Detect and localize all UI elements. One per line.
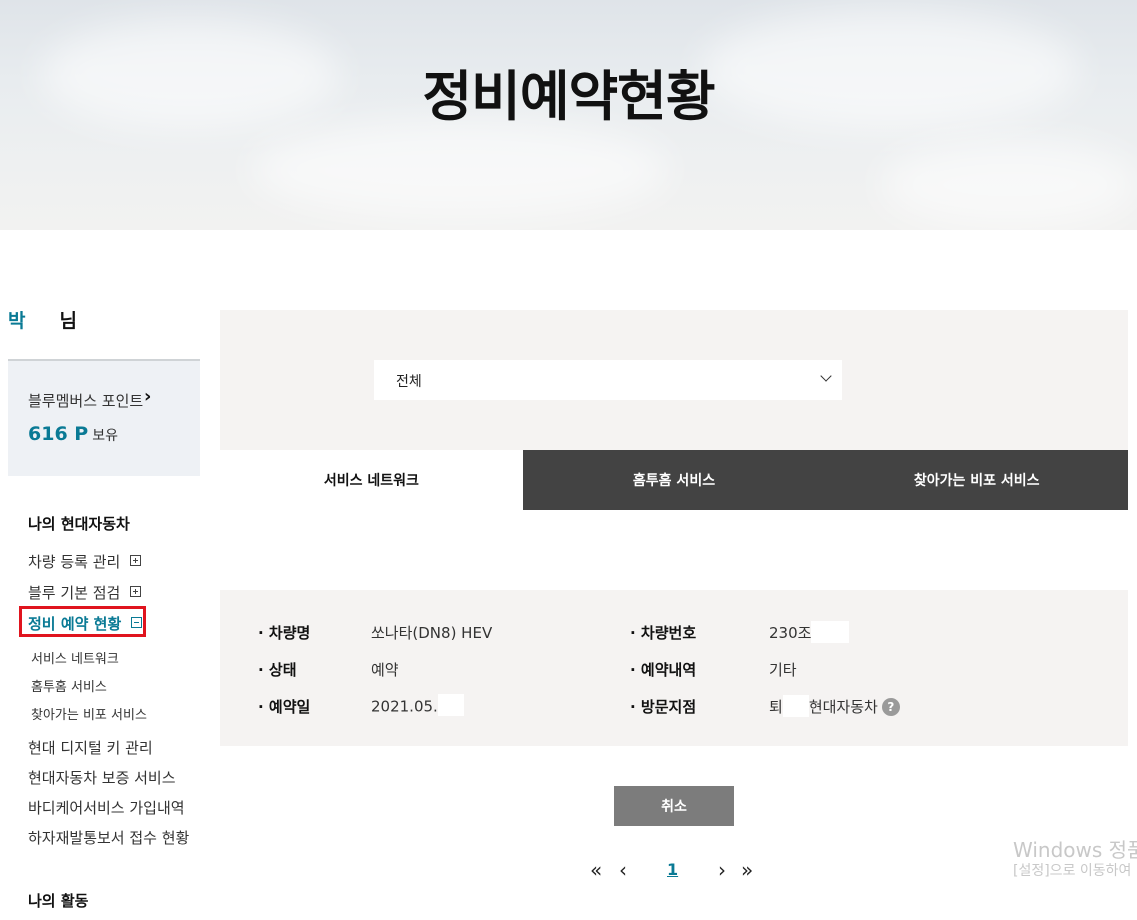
first-page-icon[interactable]: « (590, 858, 602, 882)
branch-text-end: 현대자동차 (808, 698, 878, 716)
hero-banner: 정비예약현황 (0, 0, 1137, 230)
menu-item-label: 정비 예약 현황 (28, 615, 122, 633)
user-first-name: 박 (8, 310, 26, 332)
points-value: 616 P 보유 (28, 423, 118, 445)
cloud-decoration (880, 140, 1137, 230)
visit-branch-label: · 방문지점 (630, 698, 697, 716)
plus-box-icon[interactable] (130, 586, 142, 597)
car-name-value: 쏘나타(DN8) HEV (371, 624, 493, 642)
windows-activation-subtext: [설정]으로 이동하여 (1013, 863, 1132, 879)
last-page-icon[interactable]: » (741, 858, 753, 882)
status-value: 예약 (371, 661, 399, 679)
points-box[interactable]: 블루멤버스 포인트 › 616 P 보유 (8, 361, 200, 476)
prev-page-icon[interactable]: ‹ (619, 858, 627, 882)
menu-item-label: 차량 등록 관리 (28, 553, 121, 571)
menu-item-blue-inspection[interactable]: 블루 기본 점검 (28, 582, 142, 603)
reservation-history-value: 기타 (769, 661, 797, 679)
reservation-date-text: 2021.05. (371, 697, 438, 716)
submenu-before-service[interactable]: 찾아가는 비포 서비스 (31, 704, 147, 723)
chevron-right-icon[interactable]: › (144, 386, 151, 407)
filter-area: 전체 (220, 310, 1128, 450)
submenu-home-to-home[interactable]: 홈투홈 서비스 (31, 676, 107, 695)
car-number-text: 230조 (769, 624, 812, 642)
page-title: 정비예약현황 (422, 65, 715, 128)
menu-item-digital-key[interactable]: 현대 디지털 키 관리 (28, 737, 153, 758)
reservation-detail: · 차량명 쏘나타(DN8) HEV · 차량번호 230조 · 상태 예약 ·… (220, 590, 1128, 746)
user-name: 박님 (8, 306, 77, 333)
reservation-date-label: · 예약일 (258, 698, 311, 716)
next-page-icon[interactable]: › (718, 858, 726, 882)
menu-item-label: 블루 기본 점검 (28, 584, 121, 602)
windows-activation-watermark: Windows 정품 (1013, 838, 1137, 862)
plus-box-icon[interactable] (130, 555, 142, 566)
help-icon[interactable]: ? (881, 697, 900, 716)
minus-box-icon[interactable] (131, 617, 143, 628)
chevron-down-icon (820, 370, 832, 382)
points-label: 블루멤버스 포인트 (28, 392, 144, 410)
menu-item-warranty[interactable]: 현대자동차 보증 서비스 (28, 767, 176, 788)
menu-item-vehicle-registration[interactable]: 차량 등록 관리 (28, 551, 142, 572)
menu-section-my-hyundai: 나의 현대자동차 (28, 515, 130, 533)
reservation-date-value: 2021.05. (371, 694, 464, 718)
redaction-block (782, 694, 809, 717)
reservation-history-label: · 예약내역 (630, 661, 697, 679)
cancel-button[interactable]: 취소 (614, 786, 734, 826)
tab-home-to-home[interactable]: 홈투홈 서비스 (522, 450, 826, 510)
redaction-block (437, 694, 464, 716)
cloud-decoration (250, 120, 670, 220)
page-number-current[interactable]: 1 (667, 860, 678, 879)
points-amount: 616 P (28, 423, 89, 445)
status-label: · 상태 (258, 661, 297, 679)
tab-service-network[interactable]: 서비스 네트워크 (220, 450, 523, 510)
branch-text-start: 퇴 (769, 698, 783, 716)
menu-item-bodycare[interactable]: 바디케어서비스 가입내역 (28, 797, 185, 818)
filter-selected-value: 전체 (396, 374, 422, 390)
car-name-label: · 차량명 (258, 624, 311, 642)
menu-item-defect-report[interactable]: 하자재발통보서 접수 현황 (28, 827, 189, 848)
redaction-block (811, 620, 850, 643)
car-number-label: · 차량번호 (630, 624, 697, 642)
points-unit: 보유 (92, 428, 118, 444)
submenu-service-network[interactable]: 서비스 네트워크 (31, 648, 119, 667)
tab-before-service[interactable]: 찾아가는 비포 서비스 (825, 450, 1129, 510)
user-suffix: 님 (59, 310, 77, 332)
car-number-value: 230조 (769, 620, 850, 645)
menu-section-my-activity: 나의 활동 (28, 892, 89, 910)
filter-select[interactable]: 전체 (374, 360, 842, 400)
tab-bar: 서비스 네트워크 홈투홈 서비스 찾아가는 비포 서비스 (220, 450, 1129, 510)
menu-item-service-reservation-active[interactable]: 정비 예약 현황 (19, 606, 146, 637)
visit-branch-value: 퇴 현대자동차? (769, 694, 900, 719)
